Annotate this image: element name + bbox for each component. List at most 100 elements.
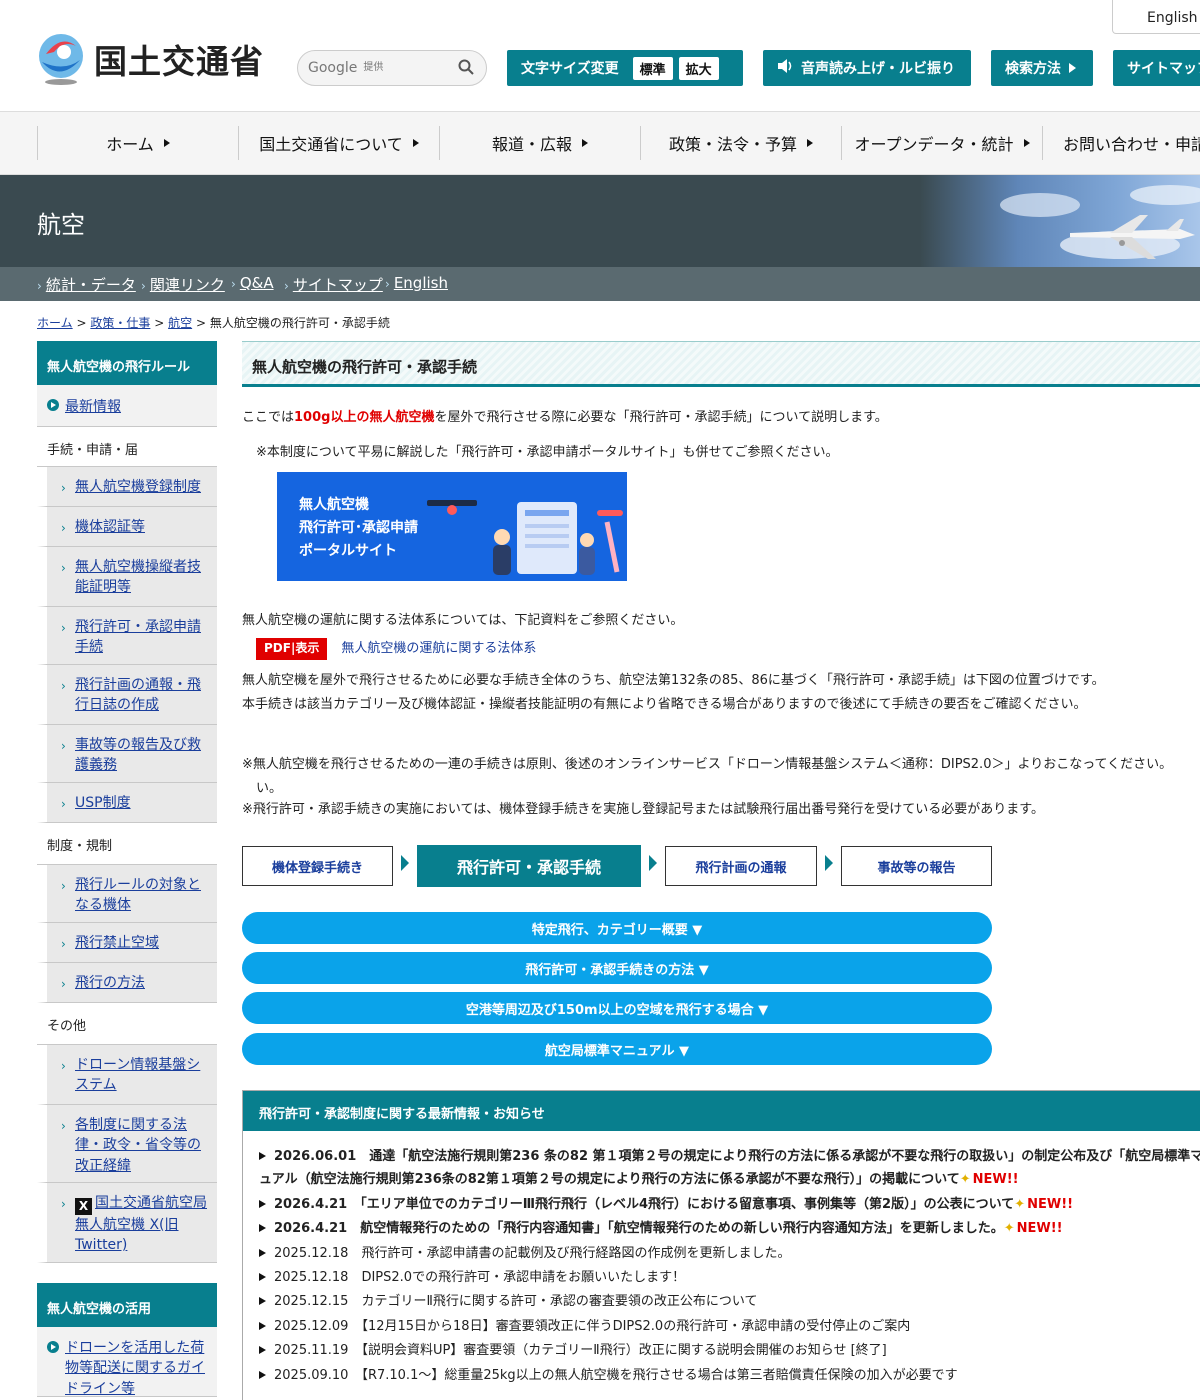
news-text: 通達「航空法施行規則第236 条の82 第１項第２号の規定により飛行の方法に係る…	[259, 1149, 1200, 1188]
sidebar-item-target-aircraft[interactable]: › 飛行ルールの対象となる機体	[37, 865, 217, 923]
search-brand-suffix: 提供	[363, 62, 384, 73]
news-text: 飛行許可・承認申請書の記載例及び飛行経路図の作成例を更新しました。	[361, 1245, 791, 1261]
flow-step-registration[interactable]: 機体登録手続き	[242, 846, 393, 886]
logo[interactable]: 国土交通省	[36, 32, 264, 86]
subnav-sitemap-link[interactable]: › サイトマップ	[284, 274, 383, 295]
news-text: 【12月15日から18日】審査要領改正に伴うDIPS2.0の飛行許可・承認申請の…	[361, 1318, 911, 1334]
chevron-right-icon: ›	[61, 739, 66, 753]
chevron-right-icon: ›	[141, 279, 146, 293]
main-content: 無人航空機の飛行許可・承認手続 ここでは100g以上の無人航空機を屋外で飛行させ…	[242, 341, 1200, 1400]
news-item[interactable]: 2025.11.19 【説明会資料UP】審査要領（カテゴリーⅡ飛行）改正に関する…	[259, 1339, 1200, 1362]
gnav-label: ホーム	[106, 135, 154, 154]
breadcrumb-home[interactable]: ホーム	[37, 316, 73, 330]
pdf-link[interactable]: 無人航空機の運航に関する法体系	[341, 641, 536, 656]
subnav-label: サイトマップ	[292, 276, 383, 294]
sitemap-label: サイトマップ	[1127, 61, 1200, 77]
chevron-right-icon: ›	[61, 1059, 66, 1073]
portal-banner-line: 飛行許可･承認申請	[299, 520, 418, 537]
accordion-permit-method[interactable]: 飛行許可・承認手続きの方法 ▼	[242, 952, 992, 984]
site-search[interactable]: Google 提供	[297, 50, 487, 86]
accordion-standard-manual[interactable]: 航空局標準マニュアル ▼	[242, 1033, 992, 1065]
subnav-related-link[interactable]: › 関連リンク	[141, 274, 225, 295]
gnav-opendata[interactable]: オープンデータ・統計	[841, 126, 1042, 160]
sidebar-item-accident-report[interactable]: › 事故等の報告及び救護義務	[37, 725, 217, 783]
sidebar-item-label: 事故等の報告及び救護義務	[75, 737, 201, 774]
breadcrumb-separator: >	[76, 316, 87, 330]
triangle-right-icon	[259, 1224, 266, 1233]
search-icon[interactable]	[458, 59, 474, 79]
font-size-large-button[interactable]: 拡大	[678, 56, 719, 80]
flow-arrow-icon	[401, 855, 409, 871]
gnav-label: 報道・広報	[491, 135, 572, 154]
subnav-stats-link[interactable]: › 統計・データ	[37, 274, 136, 295]
intro-text: ここでは100g以上の無人航空機を屋外で飛行させる際に必要な「飛行許可・承認手続…	[242, 406, 888, 429]
chevron-right-icon: ›	[61, 1197, 66, 1211]
triangle-right-icon	[259, 1272, 266, 1281]
gnav-home[interactable]: ホーム	[37, 126, 238, 160]
sidebar-item-certification[interactable]: › 機体認証等	[37, 507, 217, 547]
sidebar-item-latest[interactable]: 最新情報	[37, 385, 217, 427]
subnav-english-link[interactable]: › English	[385, 274, 448, 292]
portal-site-banner[interactable]: 無人航空機 飛行許可･承認申請 ポータルサイト	[277, 472, 627, 581]
gnav-about[interactable]: 国土交通省について	[238, 126, 439, 160]
chevron-right-icon: ›	[61, 879, 66, 893]
news-item[interactable]: 2025.12.09 【12月15日から18日】審査要領改正に伴うDIPS2.0…	[259, 1315, 1200, 1338]
flow-step-accident[interactable]: 事故等の報告	[841, 846, 992, 886]
arrow-right-icon	[807, 139, 813, 147]
sidebar-item-registration[interactable]: › 無人航空機登録制度	[37, 467, 217, 507]
news-item[interactable]: 2026.4.21 「エリア単位でのカテゴリーⅢ飛行飛行（レベル4飛行）における…	[259, 1193, 1200, 1216]
english-link[interactable]: English	[1112, 0, 1200, 34]
news-list: 2026.06.01 通達「航空法施行規則第236 条の82 第１項第２号の規定…	[243, 1131, 1200, 1387]
gnav-policy[interactable]: 政策・法令・予算	[640, 126, 841, 160]
mlit-logo-icon	[36, 32, 86, 86]
gnav-press[interactable]: 報道・広報	[439, 126, 640, 160]
sidebar-item-flight-permit[interactable]: › 飛行許可・承認申請手続	[37, 607, 217, 665]
sidebar-item-flight-method[interactable]: › 飛行の方法	[37, 963, 217, 1003]
font-size-standard-button[interactable]: 標準	[632, 56, 673, 80]
new-badge: NEW!!	[1016, 1221, 1063, 1237]
news-item[interactable]: 2025.12.15 カテゴリーⅡ飛行に関する許可・承認の審査要領の改正公布につ…	[259, 1290, 1200, 1313]
gnav-label: 政策・法令・予算	[668, 135, 797, 154]
section-title: 航空	[37, 211, 85, 239]
speech-ruby-button[interactable]: 音声読み上げ・ルビ振り	[763, 50, 971, 86]
gnav-contact[interactable]: お問い合わせ・申請	[1042, 126, 1200, 160]
flow-step-permit[interactable]: 飛行許可・承認手続	[417, 845, 641, 887]
news-item[interactable]: 2025.09.10 【R7.10.1～】総重量25kg以上の無人航空機を飛行さ…	[259, 1364, 1200, 1387]
sidebar-item-usp[interactable]: › USP制度	[37, 783, 217, 823]
breadcrumb-policy[interactable]: 政策・仕事	[90, 316, 150, 330]
portal-note: ※本制度について平易に解説した「飛行許可・承認申請ポータルサイト」も併せてご参照…	[256, 445, 839, 460]
sitemap-button[interactable]: サイトマップ	[1113, 50, 1200, 86]
sidebar-item-x-account[interactable]: › X 国土交通省航空局無人航空機 X(旧Twitter)	[37, 1183, 217, 1263]
global-nav: ホーム 国土交通省について 報道・広報 政策・法令・予算 オープンデータ・統計 …	[0, 111, 1200, 175]
subnav-qa-link[interactable]: › Q&A	[231, 274, 274, 292]
news-item[interactable]: 2025.12.18 DIPS2.0での飛行許可・承認申請をお願いいたします！	[259, 1266, 1200, 1289]
sidebar-item-label: 飛行計画の通報・飛行日誌の作成	[75, 677, 201, 714]
sidebar-item-label: ドローン情報基盤システム	[75, 1057, 201, 1094]
news-date: 2025.12.18	[274, 1245, 349, 1261]
news-date: 2025.09.10	[274, 1367, 349, 1383]
sidebar-item-law-history[interactable]: › 各制度に関する法律・政令・省令等の改正経緯	[37, 1105, 217, 1183]
accordion-category-overview[interactable]: 特定飛行、カテゴリー概要 ▼	[242, 912, 992, 944]
sidebar-item-flight-plan[interactable]: › 飛行計画の通報・飛行日誌の作成	[37, 665, 217, 725]
flow-step-flight-plan[interactable]: 飛行計画の通報	[665, 846, 817, 886]
sidebar-item-delivery-guideline[interactable]: ドローンを活用した荷物等配送に関するガイドライン等	[37, 1327, 217, 1397]
news-date: 2025.12.15	[274, 1294, 349, 1310]
breadcrumb-aviation[interactable]: 航空	[168, 316, 192, 330]
chevron-right-icon: ›	[61, 621, 66, 635]
page-title: 無人航空機の飛行許可・承認手続	[242, 341, 1200, 387]
news-item[interactable]: 2026.06.01 通達「航空法施行規則第236 条の82 第１項第２号の規定…	[259, 1145, 1200, 1192]
gnav-label: オープンデータ・統計	[854, 135, 1014, 154]
sidebar-item-pilot-license[interactable]: › 無人航空機操縦者技能証明等	[37, 547, 217, 607]
sidebar-category-procedures: 手続・申請・届	[37, 427, 217, 467]
sidebar-item-dips[interactable]: › ドローン情報基盤システム	[37, 1045, 217, 1105]
search-method-button[interactable]: 検索方法	[991, 50, 1093, 86]
font-size-control: 文字サイズ変更 標準 拡大	[507, 50, 743, 86]
position-text-2: 本手続きは該当カテゴリー及び機体認証・操縦者技能証明の有無により省略できる場合が…	[242, 697, 1087, 712]
accordion-airport-airspace[interactable]: 空港等周辺及び150m以上の空域を飛行する場合 ▼	[242, 992, 992, 1024]
news-item[interactable]: 2026.4.21 航空情報発行のための「飛行内容通知書」「航空情報発行のための…	[259, 1217, 1200, 1240]
speech-ruby-label: 音声読み上げ・ルビ振り	[801, 61, 955, 77]
breadcrumb-separator: >	[154, 316, 165, 330]
sidebar-item-no-fly-zone[interactable]: › 飛行禁止空域	[37, 923, 217, 963]
news-item[interactable]: 2025.12.18 飛行許可・承認申請書の記載例及び飛行経路図の作成例を更新し…	[259, 1242, 1200, 1265]
gnav-label: 国土交通省について	[259, 135, 403, 154]
